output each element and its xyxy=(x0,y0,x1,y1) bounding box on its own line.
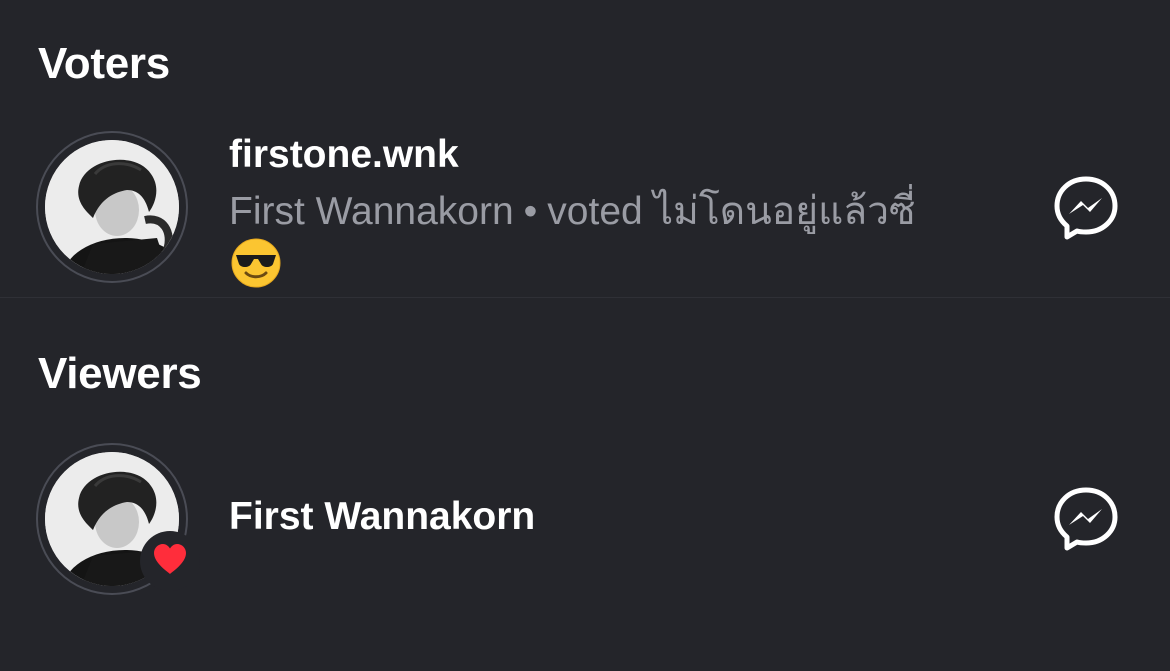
poll-viewers-screen: Voters firstone.wnk First Wannakorn • vote… xyxy=(0,0,1170,671)
voter-username[interactable]: firstone.wnk xyxy=(229,132,459,178)
smiling-face-with-sunglasses-icon xyxy=(231,238,281,293)
avatar[interactable] xyxy=(36,131,188,283)
heart-icon xyxy=(152,543,188,580)
section-divider xyxy=(0,297,1170,298)
avatar-photo xyxy=(45,140,179,274)
separator-dot: • xyxy=(523,190,538,233)
messenger-icon[interactable] xyxy=(1052,174,1120,242)
messenger-icon[interactable] xyxy=(1052,485,1120,553)
voter-display-name: First Wannakorn xyxy=(229,190,514,233)
viewer-display-name[interactable]: First Wannakorn xyxy=(229,494,535,540)
heart-badge xyxy=(140,531,200,591)
viewers-section-title: Viewers xyxy=(38,349,202,398)
voter-subtitle: First Wannakorn • voted ไม่โดนอยู่แล้วซี่ xyxy=(229,188,1009,236)
vote-text: voted ไม่โดนอยู่แล้วซี่ xyxy=(547,190,916,233)
voters-section-title: Voters xyxy=(38,39,170,88)
avatar[interactable] xyxy=(36,443,200,595)
